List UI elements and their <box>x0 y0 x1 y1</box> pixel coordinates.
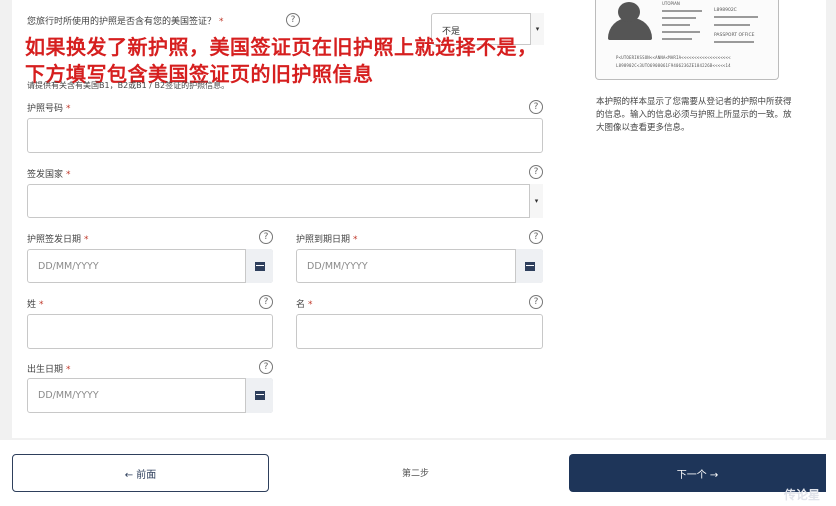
issuing-country-help-icon[interactable]: ? <box>529 165 543 179</box>
watermark-text: 传论星 <box>784 488 821 502</box>
calendar-icon <box>254 261 265 271</box>
expiry-date-calendar-button[interactable] <box>515 249 543 283</box>
passport-number-label: 护照号码 * <box>27 104 71 114</box>
surname-input[interactable] <box>27 314 273 349</box>
passport-issuer-text: PASSPORT OFFICE <box>714 33 755 38</box>
given-name-help-icon[interactable]: ? <box>529 295 543 309</box>
surname-label: 姓 * <box>27 300 44 310</box>
issue-date-calendar-button[interactable] <box>245 249 273 283</box>
instruction-text: 请提供有关含有美国B1，B2或B1 / B2签证的护照信息。 <box>27 81 230 90</box>
given-name-input[interactable] <box>296 314 543 349</box>
expiry-date-label: 护照到期日期 * <box>296 235 358 245</box>
expiry-date-help-icon[interactable]: ? <box>529 230 543 244</box>
passport-number-input[interactable] <box>27 118 543 153</box>
passport-text-line <box>714 16 758 18</box>
birth-date-calendar-button[interactable] <box>245 378 273 413</box>
surname-help-icon[interactable]: ? <box>259 295 273 309</box>
issue-date-input[interactable]: DD/MM/YYYY <box>27 249 273 283</box>
issuing-country-label: 签发国家 * <box>27 170 71 180</box>
passport-text-line <box>662 10 702 12</box>
passport-text-line <box>714 41 754 43</box>
calendar-icon <box>254 391 265 400</box>
visa-question-help-icon[interactable]: ? <box>286 13 300 27</box>
previous-button[interactable]: ← 前面 <box>12 454 269 492</box>
issue-date-label: 护照签发日期 * <box>27 235 89 245</box>
annotation-line-1: 如果换发了新护照，美国签证页在旧护照上就选择不是， <box>25 35 538 59</box>
passport-mrz-line-2: L898902C<3UTO6908061F9406236ZE184226B<<<… <box>616 63 731 68</box>
passport-text-line <box>662 17 696 19</box>
step-indicator: 第二步 <box>402 469 430 479</box>
passport-mrz-line-1: P<UTOERIKSSON<<ANNA<MARIA<<<<<<<<<<<<<<<… <box>616 55 731 60</box>
passport-sample-description: 本护照的样本显示了您需要从登记者的护照中所获得的信息。输入的信息必须与护照上所显… <box>596 97 792 133</box>
passport-header-text: UTOPIAN <box>662 1 680 6</box>
passport-number-text: L898902C <box>714 8 737 13</box>
visa-question-label: 您旅行时所使用的护照是否含有您的美国签证？ * <box>27 17 224 27</box>
passport-text-line <box>662 24 690 26</box>
birth-date-label: 出生日期 * <box>27 365 71 375</box>
passport-text-line <box>662 38 692 40</box>
calendar-icon <box>524 261 535 271</box>
given-name-label: 名 * <box>296 300 313 310</box>
passport-text-line <box>714 24 750 26</box>
chevron-down-icon[interactable]: ▾ <box>529 184 543 218</box>
passport-number-help-icon[interactable]: ? <box>529 100 543 114</box>
birth-date-help-icon[interactable]: ? <box>259 360 273 374</box>
passport-sample-image[interactable]: UTOPIAN L898902C PASSPORT OFFICE P<UTOER… <box>595 0 779 80</box>
issuing-country-select[interactable] <box>27 184 543 218</box>
portrait-head <box>618 2 640 22</box>
birth-date-input[interactable]: DD/MM/YYYY <box>27 378 273 413</box>
expiry-date-input[interactable]: DD/MM/YYYY <box>296 249 543 283</box>
passport-text-line <box>662 31 700 33</box>
issue-date-help-icon[interactable]: ? <box>259 230 273 244</box>
